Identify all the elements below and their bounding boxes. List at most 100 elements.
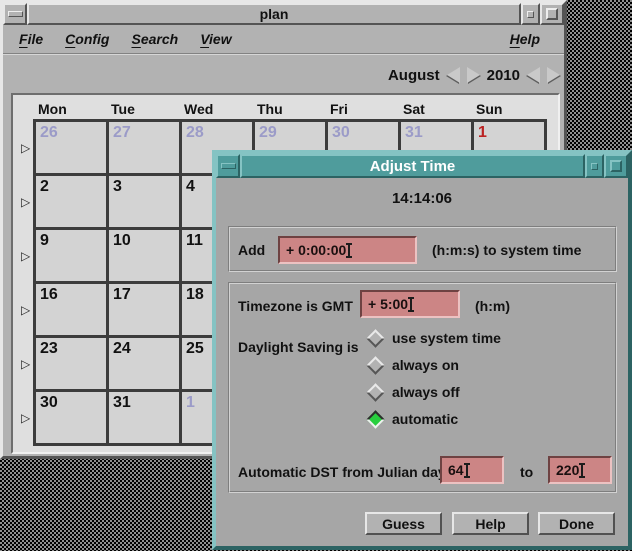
calendar-day-cell[interactable]: 16 — [36, 284, 106, 335]
dialog-minimize-button[interactable] — [585, 154, 604, 178]
minimize-icon — [527, 11, 534, 18]
timezone-label: Timezone is GMT — [238, 298, 353, 314]
add-suffix-label: (h:m:s) to system time — [432, 242, 581, 258]
calendar-day-cell[interactable]: 23 — [36, 338, 106, 389]
dst-option-label: use system time — [392, 330, 501, 346]
calendar-day-cell[interactable]: 10 — [109, 230, 179, 281]
next-year-arrow-icon[interactable] — [547, 67, 560, 83]
dialog-window-menu-button[interactable] — [216, 154, 240, 178]
day-header-sat: Sat — [401, 101, 474, 117]
calendar-day-cell[interactable]: 17 — [109, 284, 179, 335]
add-time-group: Add + 0:00:00 (h:m:s) to system time — [228, 226, 617, 272]
week-expand-arrow-icon[interactable]: ▷ — [21, 196, 30, 208]
menu-help-mnemonic: H — [510, 31, 520, 47]
julian-from-field[interactable]: 64 — [440, 456, 504, 484]
radio-diamond-icon — [366, 356, 384, 374]
date-number: 1 — [474, 122, 544, 142]
menu-label-rest: onfig — [75, 31, 109, 47]
date-number: 26 — [36, 122, 106, 142]
timezone-dst-group: Timezone is GMT + 5:00 (h:m) Daylight Sa… — [228, 282, 617, 493]
prev-year-arrow-icon[interactable] — [527, 67, 540, 83]
menu-label-rest: ile — [28, 31, 44, 47]
radio-diamond-icon — [366, 329, 384, 347]
calendar-day-cell[interactable]: 31 — [109, 392, 179, 443]
dst-option-always-off[interactable]: always off — [366, 382, 501, 402]
julian-to-label: to — [520, 464, 533, 480]
date-number: 30 — [36, 392, 106, 412]
dialog-titlebar[interactable]: Adjust Time — [216, 154, 628, 178]
date-number: 16 — [36, 284, 106, 304]
prev-month-arrow-icon[interactable] — [447, 67, 460, 83]
calendar-day-cell[interactable]: 26 — [36, 122, 106, 173]
help-button[interactable]: Help — [452, 512, 529, 535]
calendar-day-cell[interactable]: 9 — [36, 230, 106, 281]
plan-window-title: plan — [27, 3, 521, 25]
julian-to-field[interactable]: 220 — [548, 456, 612, 484]
dst-radio-group: use system time always on always off automa… — [366, 328, 501, 436]
menu-item-config[interactable]: Config — [65, 31, 109, 47]
date-number: 10 — [109, 230, 179, 250]
add-label: Add — [238, 242, 265, 258]
calendar-day-cell[interactable]: 24 — [109, 338, 179, 389]
add-time-field[interactable]: + 0:00:00 — [278, 236, 417, 264]
text-cursor-icon — [348, 244, 350, 257]
add-time-value: + 0:00:00 — [286, 242, 346, 258]
clock-display: 14:14:06 — [216, 190, 628, 207]
calendar-day-headers: MonTueWedThuFriSatSun — [36, 101, 547, 117]
dialog-body: 14:14:06 Add + 0:00:00 (h:m:s) to system… — [216, 178, 628, 546]
guess-button[interactable]: Guess — [365, 512, 442, 535]
dst-option-label: automatic — [392, 411, 458, 427]
minimize-button[interactable] — [521, 3, 540, 25]
calendar-day-cell[interactable]: 2 — [36, 176, 106, 227]
next-month-arrow-icon[interactable] — [467, 67, 480, 83]
date-number: 17 — [109, 284, 179, 304]
date-number: 31 — [109, 392, 179, 412]
julian-day-label: Automatic DST from Julian day — [238, 464, 446, 480]
date-number: 9 — [36, 230, 106, 250]
day-header-wed: Wed — [182, 101, 255, 117]
week-expand-arrow-icon[interactable]: ▷ — [21, 142, 30, 154]
dst-option-label: always off — [392, 384, 460, 400]
date-number: 31 — [401, 122, 471, 142]
maximize-icon — [546, 8, 558, 20]
week-expand-arrow-icon[interactable]: ▷ — [21, 250, 30, 262]
menu-item-file[interactable]: File — [19, 31, 43, 47]
week-expand-arrow-icon[interactable]: ▷ — [21, 358, 30, 370]
week-expand-arrow-icon[interactable]: ▷ — [21, 304, 30, 316]
date-number: 28 — [182, 122, 252, 142]
window-menu-button[interactable] — [3, 3, 27, 25]
dst-option-always-on[interactable]: always on — [366, 355, 501, 375]
date-number: 2 — [36, 176, 106, 196]
plan-menubar: File Config Search View Help — [3, 25, 564, 55]
daylight-saving-label: Daylight Saving is — [238, 339, 359, 355]
dst-option-automatic[interactable]: automatic — [366, 409, 501, 429]
julian-to-value: 220 — [556, 462, 579, 478]
timezone-field[interactable]: + 5:00 — [360, 290, 460, 318]
day-header-mon: Mon — [36, 101, 109, 117]
date-number: 24 — [109, 338, 179, 358]
menu-item-help[interactable]: Help — [510, 31, 540, 47]
menu-item-search[interactable]: Search — [131, 31, 178, 47]
maximize-button[interactable] — [540, 3, 564, 25]
month-label: August — [388, 67, 440, 84]
menu-mnemonic: S — [131, 31, 140, 47]
day-header-tue: Tue — [109, 101, 182, 117]
dst-option-use-system-time[interactable]: use system time — [366, 328, 501, 348]
minimize-icon — [591, 163, 598, 170]
calendar-day-cell[interactable]: 30 — [36, 392, 106, 443]
year-label: 2010 — [487, 67, 520, 84]
week-expand-arrow-icon[interactable]: ▷ — [21, 412, 30, 424]
menu-items: File Config Search View — [19, 31, 510, 47]
dialog-title: Adjust Time — [240, 154, 585, 178]
calendar-day-cell[interactable]: 27 — [109, 122, 179, 173]
dialog-maximize-button[interactable] — [604, 154, 628, 178]
menu-item-view[interactable]: View — [200, 31, 231, 47]
date-number: 27 — [109, 122, 179, 142]
menu-mnemonic: C — [65, 31, 75, 47]
menu-mnemonic: F — [19, 31, 28, 47]
menu-mnemonic: V — [200, 31, 209, 47]
plan-titlebar[interactable]: plan — [3, 3, 564, 25]
calendar-day-cell[interactable]: 3 — [109, 176, 179, 227]
done-button[interactable]: Done — [538, 512, 615, 535]
day-header-sun: Sun — [474, 101, 547, 117]
